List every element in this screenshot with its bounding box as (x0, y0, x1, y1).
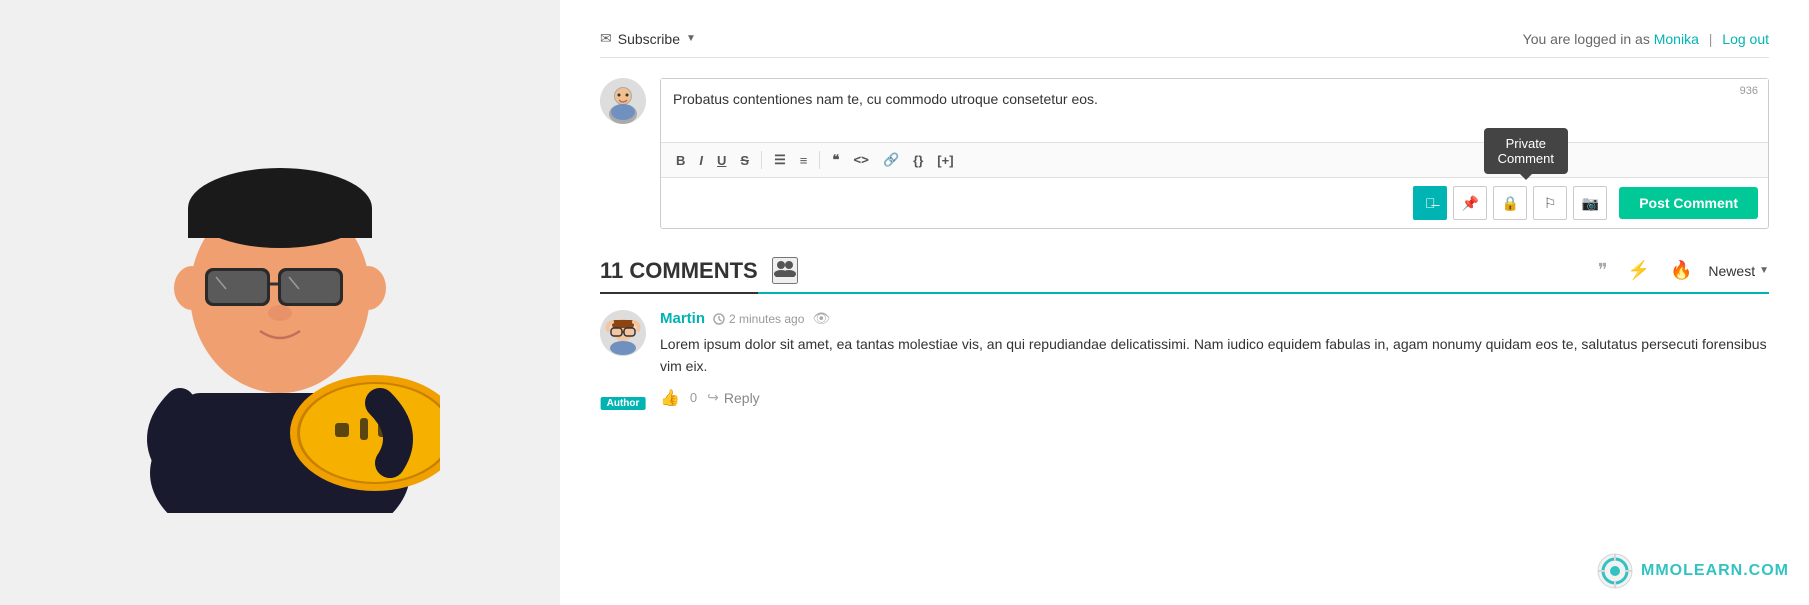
blockquote-button[interactable]: ❝ (827, 149, 844, 171)
subscribe-button[interactable]: ✉ Subscribe ▼ (600, 30, 696, 47)
comment-item: Author Martin 2 minutes ago (600, 310, 1769, 408)
left-panel (0, 0, 560, 605)
comment-meta: Martin 2 minutes ago 👁 (660, 310, 1769, 327)
sort-dropdown-arrow-icon: ▼ (1759, 265, 1769, 276)
comment-timestamp: 2 minutes ago (729, 312, 804, 326)
login-prefix: You are logged in as (1523, 31, 1650, 47)
unordered-list-button[interactable]: ≡ (795, 150, 813, 171)
like-count: 0 (690, 390, 697, 405)
strikethrough-button[interactable]: S (735, 150, 754, 171)
ordered-list-button[interactable]: ☰ (769, 149, 791, 171)
flag-button[interactable]: ⚐ (1533, 186, 1567, 220)
lock-button[interactable]: 🔒 (1493, 186, 1527, 220)
brackets-button[interactable]: [+] (932, 150, 958, 171)
comments-header: 11 COMMENTS ❞ ⚡ (600, 257, 1769, 294)
private-comment-text: PrivateComment (1498, 136, 1554, 166)
like-button[interactable]: 👍 (660, 388, 680, 408)
subscribe-label: Subscribe (618, 31, 680, 47)
clock-icon (713, 313, 725, 325)
comment-editor: 936 Probatus contentiones nam te, cu com… (660, 78, 1769, 229)
post-comment-button[interactable]: Post Comment (1619, 187, 1758, 219)
comments-section: 11 COMMENTS ❞ ⚡ (600, 257, 1769, 408)
private-comment-tooltip: PrivateComment (1484, 128, 1568, 174)
image-button[interactable]: 📷 (1573, 186, 1607, 220)
separator: | (1709, 31, 1713, 47)
username-link[interactable]: Monika (1654, 31, 1699, 47)
editor-toolbar: B I U S ☰ ≡ ❝ <> 🔗 {} [+] (661, 142, 1768, 177)
lock-icon: 🔒 (1501, 195, 1518, 212)
sort-dropdown[interactable]: Newest ▼ (1708, 263, 1769, 279)
image-icon: 📷 (1581, 195, 1598, 212)
bold-button[interactable]: B (671, 150, 690, 171)
email-icon: ✉ (600, 30, 612, 47)
top-bar: ✉ Subscribe ▼ You are logged in as Monik… (600, 30, 1769, 58)
char-count: 936 (1740, 85, 1758, 97)
comment-box-area: 936 Probatus contentiones nam te, cu com… (600, 78, 1769, 229)
comment-avatar-wrap: Author (600, 310, 646, 408)
community-icon-button[interactable] (772, 257, 798, 284)
comment-privacy-icon: 👁 (812, 310, 830, 327)
mascot-avatar (120, 93, 440, 513)
comment-time: 2 minutes ago (713, 312, 804, 326)
watermark-prefix: MMOLE (1641, 562, 1706, 579)
eye-slash-icon: 👁̶ (1425, 195, 1436, 211)
toolbar-separator-2 (819, 151, 820, 169)
post-controls: PrivateComment 👁̶ 📌 🔒 ⚐ 📷 (661, 177, 1768, 228)
pin-icon: 📌 (1461, 195, 1478, 212)
comments-sort-group: ❞ ⚡ 🔥 Newest ▼ (1594, 258, 1769, 283)
best-sort-button[interactable]: ❞ (1594, 258, 1612, 283)
commenter-name: Martin (660, 310, 705, 327)
right-panel: ✉ Subscribe ▼ You are logged in as Monik… (560, 0, 1809, 605)
thumbs-up-icon: 👍 (660, 388, 680, 408)
underline-button[interactable]: U (712, 150, 731, 171)
comments-title-group: 11 COMMENTS (600, 257, 798, 284)
login-info: You are logged in as Monika | Log out (1523, 31, 1769, 47)
reply-button[interactable]: ↪ Reply (707, 389, 760, 406)
flag-icon: ⚐ (1544, 195, 1557, 212)
watermark-suffix: ARN.COM (1706, 562, 1789, 579)
sort-current-label: Newest (1708, 263, 1755, 279)
author-badge: Author (601, 397, 646, 410)
comment-textarea[interactable]: Probatus contentiones nam te, cu commodo… (661, 79, 1768, 139)
comment-text: Lorem ipsum dolor sit amet, ea tantas mo… (660, 333, 1769, 378)
braces-button[interactable]: {} (908, 150, 928, 171)
logout-link[interactable]: Log out (1722, 31, 1769, 47)
watermark-text: MMOLEARN.COM (1641, 562, 1789, 580)
link-button[interactable]: 🔗 (878, 149, 904, 171)
watermark: MMOLEARN.COM (1597, 553, 1789, 589)
toolbar-separator-1 (761, 151, 762, 169)
code-button[interactable]: <> (848, 150, 874, 171)
comments-count-label: 11 COMMENTS (600, 258, 758, 294)
current-user-avatar (600, 78, 646, 124)
hot-sort-button[interactable]: ⚡ (1624, 258, 1654, 283)
comments-count: 11 (600, 258, 623, 283)
subscribe-arrow-icon: ▼ (686, 33, 696, 44)
commenter-avatar (600, 310, 646, 356)
fire-sort-button[interactable]: 🔥 (1666, 258, 1696, 283)
comments-text: COMMENTS (629, 258, 757, 283)
comment-actions: 👍 0 ↪ Reply (660, 388, 1769, 408)
italic-button[interactable]: I (694, 150, 708, 171)
pin-button[interactable]: 📌 (1453, 186, 1487, 220)
reply-label: Reply (724, 390, 760, 406)
private-comment-button[interactable]: 👁̶ (1413, 186, 1447, 220)
comment-body: Martin 2 minutes ago 👁 Lorem ipsum dolor… (660, 310, 1769, 408)
watermark-logo-icon (1597, 553, 1633, 589)
reply-arrow-icon: ↪ (707, 389, 719, 406)
